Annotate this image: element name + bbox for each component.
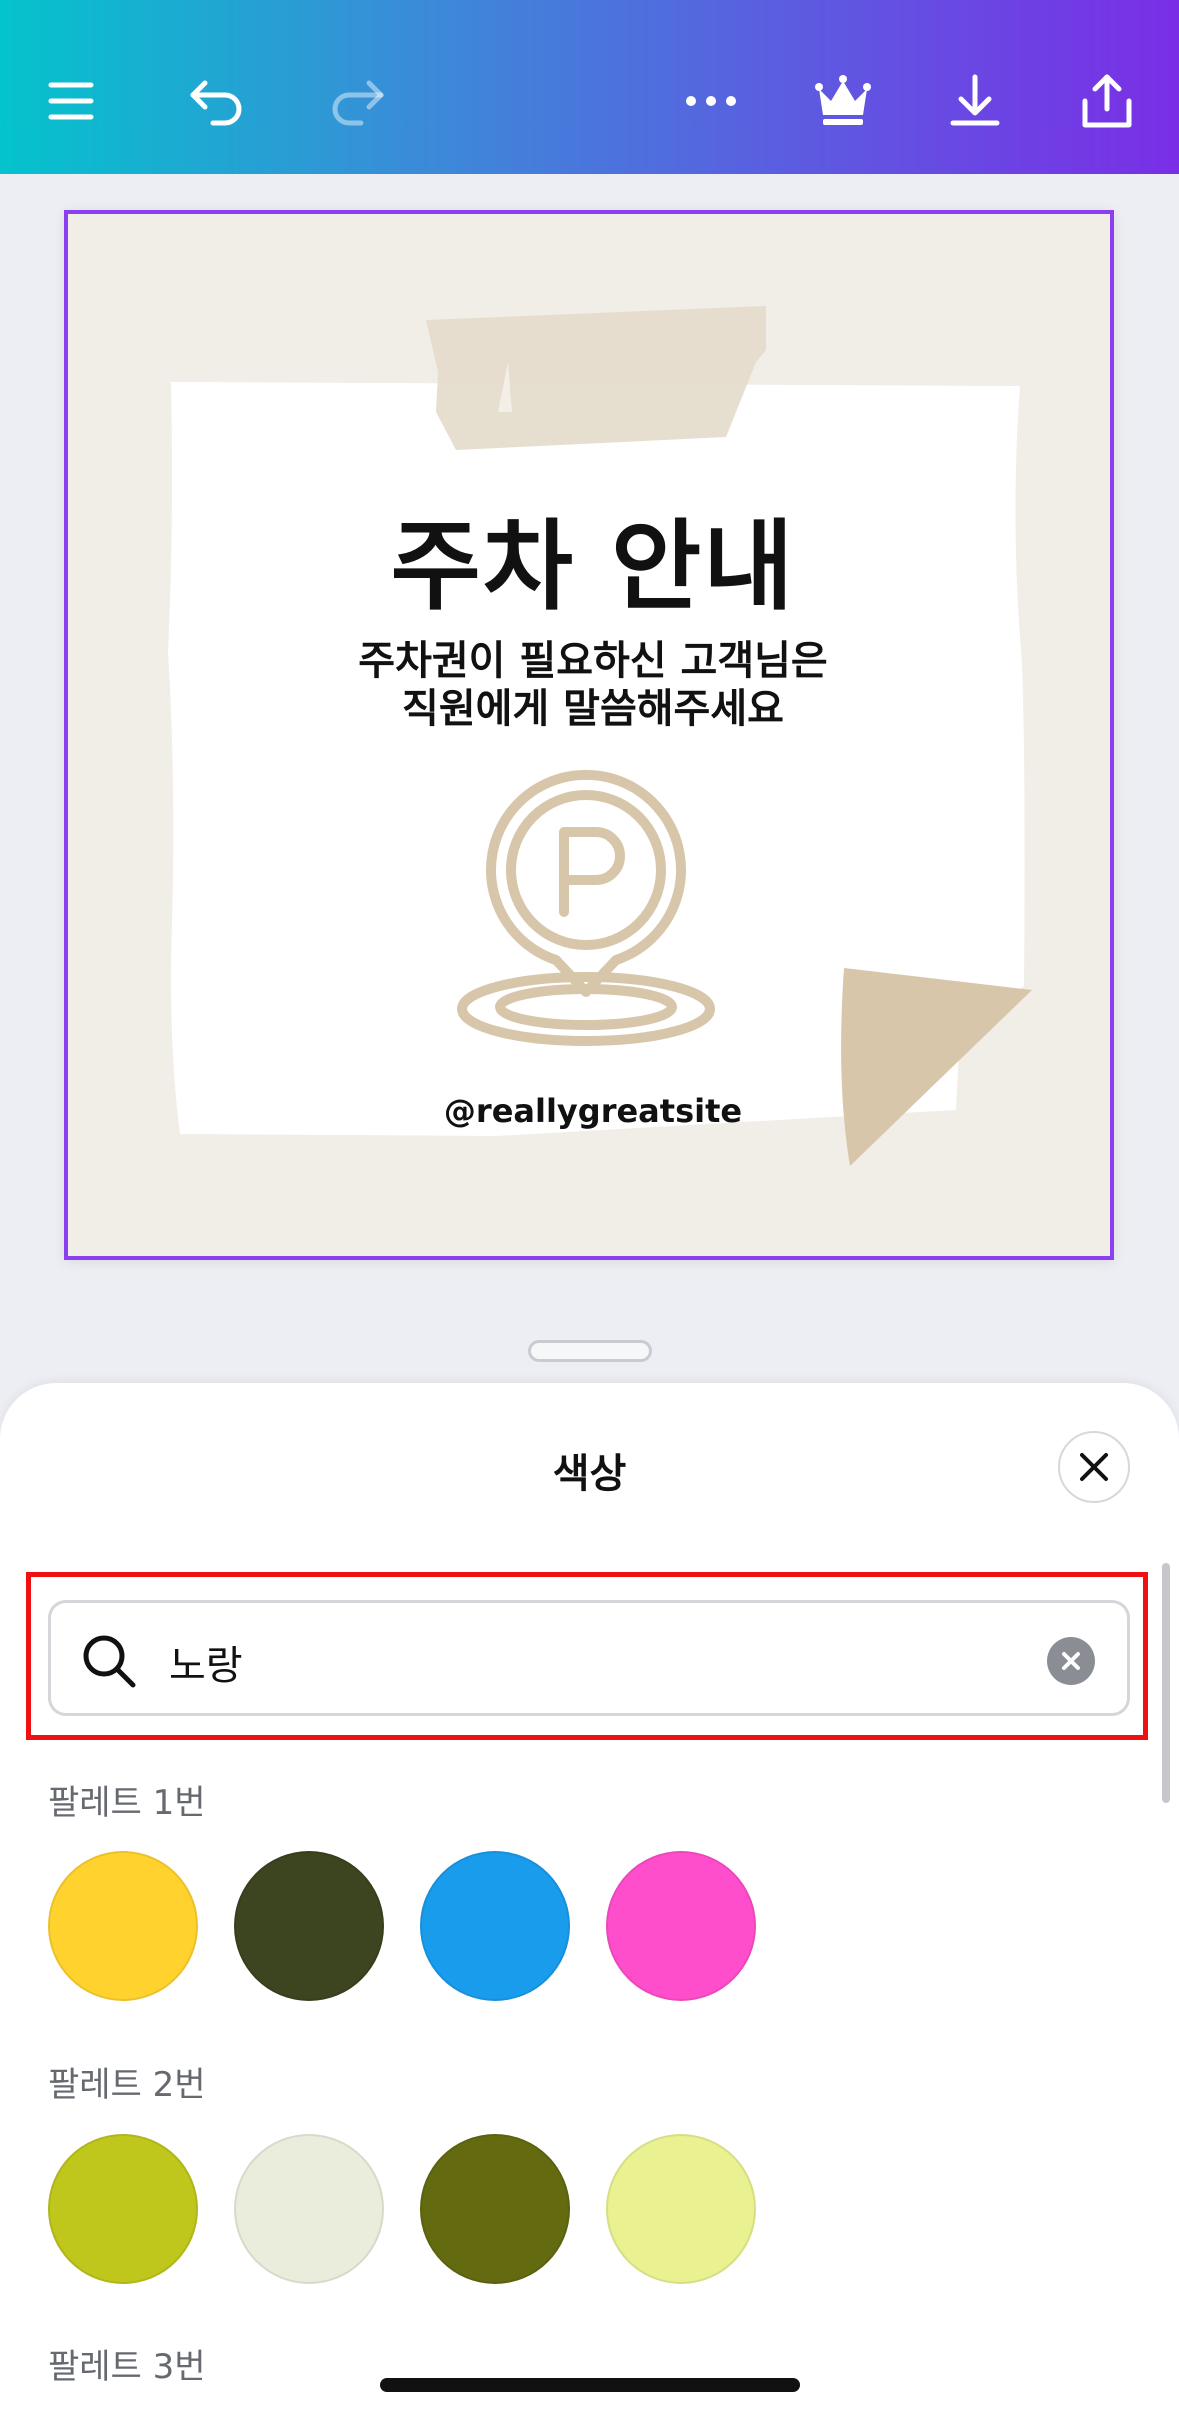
swatch-pink[interactable] xyxy=(606,1851,756,2001)
design-handle-text[interactable]: @reallygreatsite xyxy=(76,1092,1110,1130)
top-toolbar xyxy=(0,0,1179,174)
palette-label-3: 팔레트 3번 xyxy=(48,2347,206,2387)
more-button[interactable] xyxy=(666,56,756,146)
swatch-blue[interactable] xyxy=(420,1851,570,2001)
swatch-lime[interactable] xyxy=(48,2134,198,2284)
close-button[interactable] xyxy=(1058,1431,1130,1503)
swatch-pale-yellow[interactable] xyxy=(606,2134,756,2284)
redo-button[interactable] xyxy=(312,56,402,146)
menu-button[interactable] xyxy=(26,56,116,146)
color-bottom-sheet: 색상 노랑 팔레트 1번 팔레트 2번 팔레트 3번 xyxy=(0,1383,1179,2419)
undo-button[interactable] xyxy=(172,56,262,146)
premium-button[interactable] xyxy=(798,56,888,146)
share-button[interactable] xyxy=(1062,56,1152,146)
close-icon xyxy=(1080,1453,1108,1481)
more-icon xyxy=(686,96,736,106)
palette-label-2: 팔레트 2번 xyxy=(48,2065,206,2105)
menu-icon xyxy=(48,82,94,120)
swatch-yellow[interactable] xyxy=(48,1851,198,2001)
design-subtitle[interactable]: 주차권이 필요하신 고객님은 직원에게 말씀해주세요 xyxy=(76,637,1110,733)
sheet-drag-handle[interactable] xyxy=(528,1340,652,1362)
home-indicator[interactable] xyxy=(380,2378,800,2392)
design-canvas[interactable]: 주차 안내 주차권이 필요하신 고객님은 직원에게 말씀해주세요 @really… xyxy=(64,210,1114,1260)
undo-icon xyxy=(190,80,242,126)
palette-label-1: 팔레트 1번 xyxy=(48,1783,206,1823)
search-input[interactable]: 노랑 xyxy=(169,1633,243,1691)
clear-search-button[interactable] xyxy=(1047,1637,1095,1685)
search-icon xyxy=(83,1635,136,1688)
sheet-scrollbar[interactable] xyxy=(1162,1563,1170,1803)
download-icon xyxy=(950,74,1000,126)
design-page: 주차 안내 주차권이 필요하신 고객님은 직원에게 말씀해주세요 @really… xyxy=(76,222,1102,1248)
sheet-title: 색상 xyxy=(552,1451,627,1497)
download-button[interactable] xyxy=(930,56,1020,146)
premium-crown-icon xyxy=(815,75,871,125)
share-icon xyxy=(1082,74,1132,128)
color-search-field[interactable]: 노랑 xyxy=(48,1600,1130,1716)
redo-icon xyxy=(332,80,384,126)
swatch-off-white[interactable] xyxy=(234,2134,384,2284)
swatch-dark-olive[interactable] xyxy=(234,1851,384,2001)
clear-icon xyxy=(1062,1652,1080,1670)
subtitle-line-1: 주차권이 필요하신 고객님은 xyxy=(358,638,828,684)
design-title[interactable]: 주차 안내 xyxy=(76,487,1110,629)
subtitle-line-2: 직원에게 말씀해주세요 xyxy=(402,686,784,732)
swatch-olive[interactable] xyxy=(420,2134,570,2284)
